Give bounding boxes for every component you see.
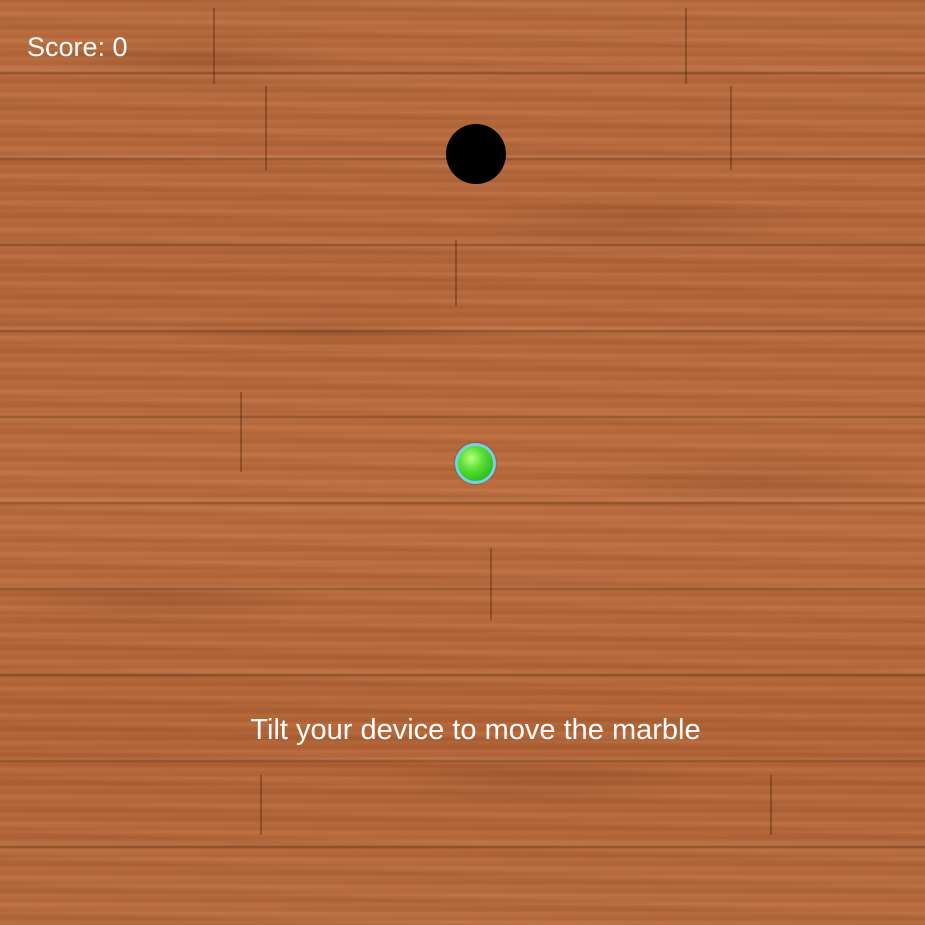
instruction-text: Tilt your device to move the marble xyxy=(250,714,701,746)
plank-seam xyxy=(265,86,267,170)
game-board[interactable]: Score: 0 Tilt your device to move the ma… xyxy=(0,0,925,925)
plank-seam xyxy=(730,86,732,170)
marble[interactable] xyxy=(455,443,496,484)
goal-hole xyxy=(446,124,506,184)
plank-seam xyxy=(260,775,262,835)
score-counter: Score: 0 xyxy=(27,32,128,62)
plank-seam xyxy=(490,548,492,620)
plank-seam xyxy=(213,8,215,84)
plank-seam xyxy=(685,8,687,84)
plank-seam xyxy=(770,775,772,835)
plank-seam xyxy=(455,240,457,306)
plank-seam xyxy=(240,392,242,472)
